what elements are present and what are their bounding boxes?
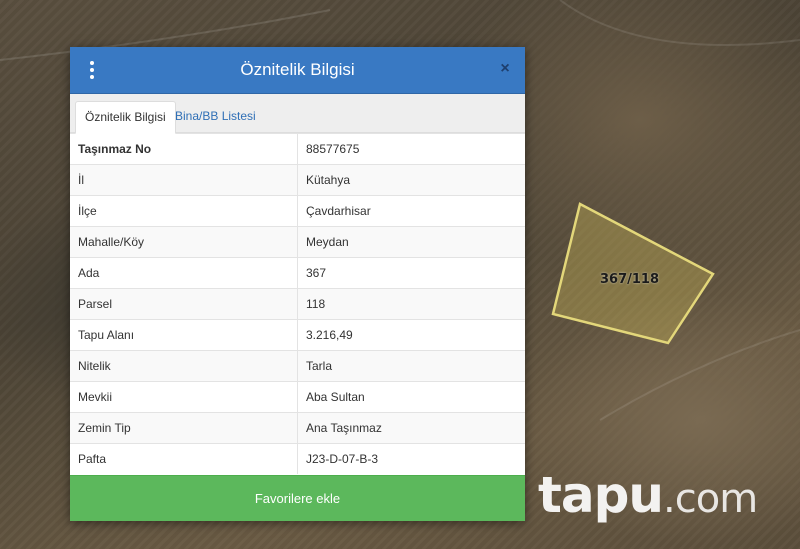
attr-key: Pafta — [70, 443, 298, 474]
attribute-info-modal: Öznitelik Bilgisi × Öznitelik Bilgisi Bi… — [70, 47, 525, 521]
attr-key: İlçe — [70, 195, 298, 227]
attr-key: Parsel — [70, 288, 298, 320]
attr-key: Taşınmaz No — [70, 133, 298, 165]
attr-value: Ana Taşınmaz — [297, 412, 525, 444]
brand-watermark: tapu.com — [538, 466, 758, 524]
parcel-label: 367/118 — [600, 272, 660, 287]
table-row: Tapu Alanı 3.216,49 — [70, 319, 525, 351]
modal-title: Öznitelik Bilgisi — [240, 60, 355, 79]
table-row: Mahalle/Köy Meydan — [70, 226, 525, 258]
table-row: Pafta J23-D-07-B-3 — [70, 443, 525, 474]
attribute-table: Taşınmaz No 88577675 İl Kütahya İlçe Çavdar… — [70, 133, 525, 474]
close-icon[interactable]: × — [495, 59, 515, 79]
attr-value: Kütahya — [297, 164, 525, 196]
table-row: İlçe Çavdarhisar — [70, 195, 525, 227]
attr-key: Nitelik — [70, 350, 298, 382]
attr-value: J23-D-07-B-3 — [297, 443, 525, 474]
attr-value: Tarla — [297, 350, 525, 382]
attr-value: 367 — [297, 257, 525, 289]
watermark-brand: tapu — [538, 466, 664, 524]
attr-value: 3.216,49 — [297, 319, 525, 351]
table-row: Parsel 118 — [70, 288, 525, 320]
modal-header: Öznitelik Bilgisi × — [70, 47, 525, 94]
attr-key: Zemin Tip — [70, 412, 298, 444]
table-row: İl Kütahya — [70, 164, 525, 196]
attr-key: İl — [70, 164, 298, 196]
table-row: Taşınmaz No 88577675 — [70, 133, 525, 165]
attr-key: Tapu Alanı — [70, 319, 298, 351]
attr-value: 88577675 — [297, 133, 525, 165]
table-row: Mevkii Aba Sultan — [70, 381, 525, 413]
tab-bar: Öznitelik Bilgisi Bina/BB Listesi — [70, 94, 525, 134]
attr-key: Mahalle/Köy — [70, 226, 298, 258]
attr-value: Meydan — [297, 226, 525, 258]
attr-key: Mevkii — [70, 381, 298, 413]
add-to-favorites-button[interactable]: Favorilere ekle — [70, 475, 525, 521]
table-row: Zemin Tip Ana Taşınmaz — [70, 412, 525, 444]
attr-key: Ada — [70, 257, 298, 289]
attr-value: 118 — [297, 288, 525, 320]
attr-value: Çavdarhisar — [297, 195, 525, 227]
attr-value: Aba Sultan — [297, 381, 525, 413]
tab-attribute-info[interactable]: Öznitelik Bilgisi — [75, 101, 176, 134]
table-row: Ada 367 — [70, 257, 525, 289]
tab-building-list[interactable]: Bina/BB Listesi — [166, 101, 265, 132]
table-row: Nitelik Tarla — [70, 350, 525, 382]
watermark-suffix: .com — [663, 476, 758, 522]
